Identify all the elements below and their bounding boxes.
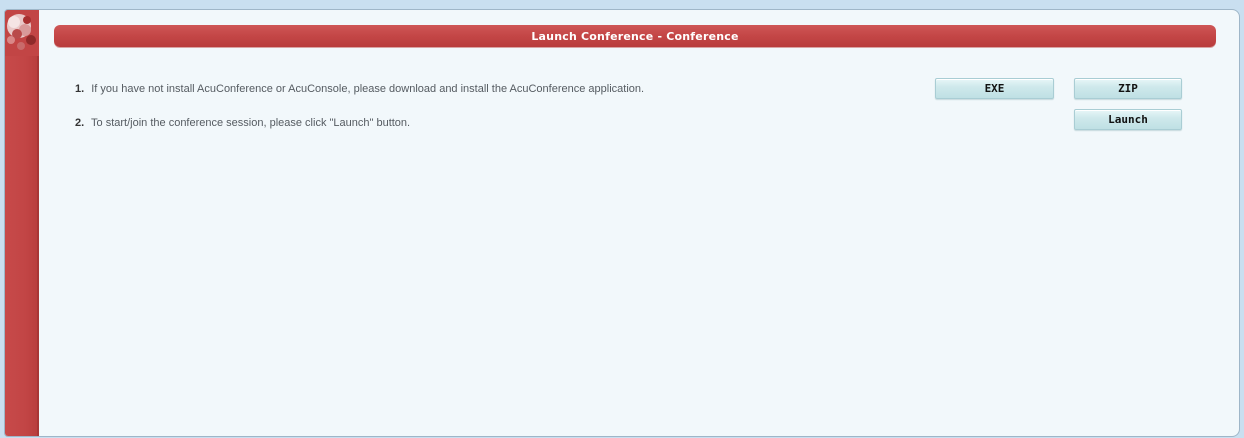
title-bar: Launch Conference - Conference — [54, 25, 1216, 47]
step-launch: 2. To start/join the conference session,… — [75, 117, 410, 129]
zip-download-button[interactable]: ZIP — [1074, 78, 1182, 99]
side-strip — [5, 10, 39, 436]
step-text: If you have not install AcuConference or… — [91, 83, 645, 95]
step-number: 2. — [75, 117, 85, 129]
launch-button[interactable]: Launch — [1074, 109, 1182, 130]
exe-download-button[interactable]: EXE — [935, 78, 1054, 99]
step-text: To start/join the conference session, pl… — [91, 117, 411, 129]
step-number: 1. — [75, 83, 85, 95]
page-title: Launch Conference - Conference — [531, 29, 739, 43]
step-download: 1. If you have not install AcuConference… — [75, 83, 644, 95]
main-panel: Launch Conference - Conference 1. If you… — [4, 9, 1240, 437]
side-strip-shade — [37, 10, 39, 436]
flower-logo-icon — [5, 10, 39, 56]
